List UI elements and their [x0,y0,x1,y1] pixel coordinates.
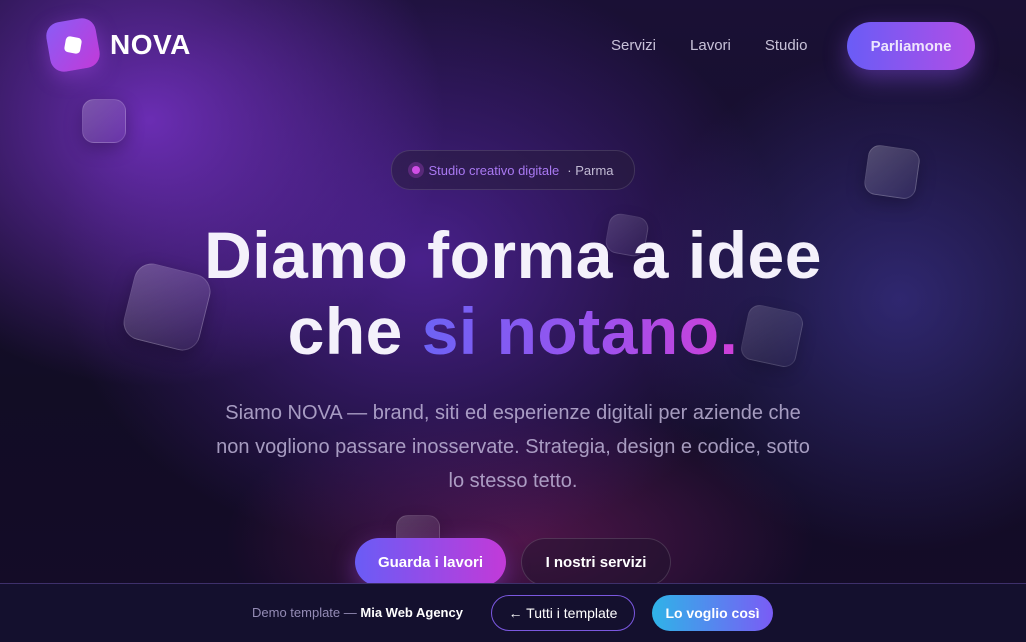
contact-button[interactable]: Parliamone [847,22,975,70]
nav-link-servizi[interactable]: Servizi [611,37,656,54]
headline-line-2: che si notano. [0,298,1026,364]
view-works-button[interactable]: Guarda i lavori [355,538,506,586]
studio-badge: Studio creativo digitale · Parma [391,150,635,190]
brand-name: NOVA [110,29,191,60]
demo-bar: Demo template — Mia Web Agency ← Tutti i… [0,583,1026,642]
services-button[interactable]: I nostri servizi [521,538,671,586]
badge-primary-text: Studio creativo digitale [428,162,560,178]
hero-subtitle: Siamo NOVA — brand, siti ed esperienze d… [216,402,810,492]
nav-link-lavori[interactable]: Lavori [690,37,731,54]
nova-logo-icon [44,16,102,74]
all-templates-button[interactable]: ← Tutti i template [491,595,635,631]
headline-line-1: Diamo forma a idee [204,218,822,292]
agency-name: Mia Web Agency [360,605,463,620]
badge-location-text: · Parma [567,162,614,178]
main-nav: Servizi Lavori Studio [611,37,807,54]
decorative-glass-cube [82,99,126,143]
want-this-button[interactable]: Lo voglio così [652,595,773,631]
decorative-glass-cube [862,143,922,201]
demo-prefix: Demo template — [252,605,361,620]
status-dot-icon [412,166,421,174]
demo-bar-text: Demo template — Mia Web Agency [252,605,463,620]
headline-accent-text: si notano. [421,294,739,368]
nav-link-studio[interactable]: Studio [765,37,808,54]
brand-logo[interactable]: NOVA [44,16,191,74]
headline-plain-text: che [287,294,422,368]
